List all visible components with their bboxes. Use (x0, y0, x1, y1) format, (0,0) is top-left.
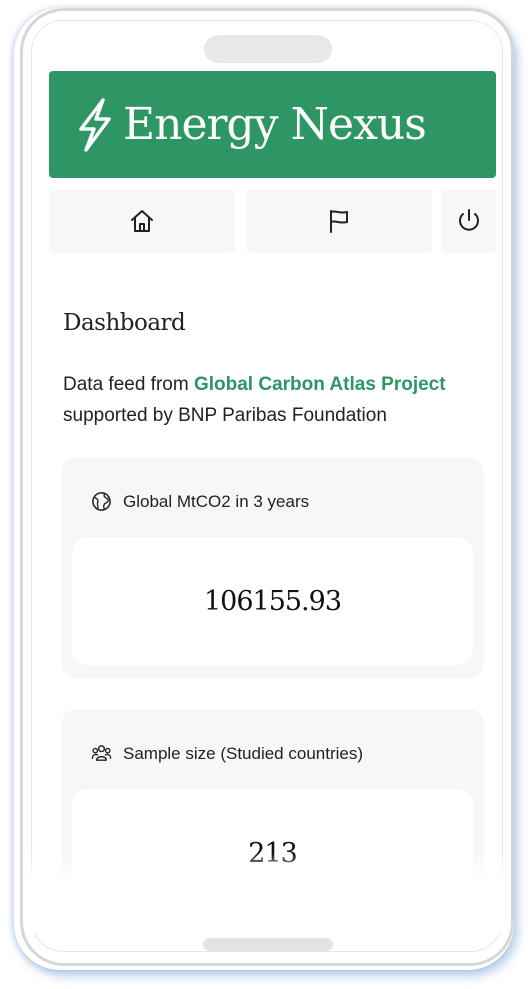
phone-notch (204, 35, 332, 63)
app-title: Energy Nexus (123, 99, 427, 150)
power-icon (458, 209, 479, 231)
home-indicator (203, 938, 333, 951)
stat-card-emissions: Global MtCO2 in 3 years 106155.93 (61, 457, 484, 678)
data-feed-text: Data feed from Global Carbon Atlas Proje… (63, 369, 483, 431)
nav-home-button[interactable] (49, 189, 235, 253)
nav-logout-button[interactable] (441, 189, 496, 253)
app-header: Energy Nexus (49, 71, 496, 178)
card-label: Global MtCO2 in 3 years (123, 491, 310, 511)
nav-flag-button[interactable] (246, 189, 432, 253)
card-label: Sample size (Studied countries) (123, 743, 364, 763)
card-value: 106155.93 (72, 537, 473, 665)
page-title: Dashboard (63, 310, 186, 336)
card-header: Sample size (Studied countries) (91, 743, 363, 764)
lightning-bolt-icon (79, 97, 111, 152)
flag-icon (330, 210, 348, 233)
feed-suffix: supported by BNP Paribas Foundation (63, 405, 387, 426)
globe-icon (92, 492, 111, 511)
feed-prefix: Data feed from (63, 374, 194, 395)
screen-bottom-fade (31, 853, 503, 933)
home-icon (131, 210, 153, 232)
card-header: Global MtCO2 in 3 years (91, 491, 309, 512)
users-icon (91, 745, 112, 761)
global-carbon-atlas-link[interactable]: Global Carbon Atlas Project (194, 374, 446, 395)
